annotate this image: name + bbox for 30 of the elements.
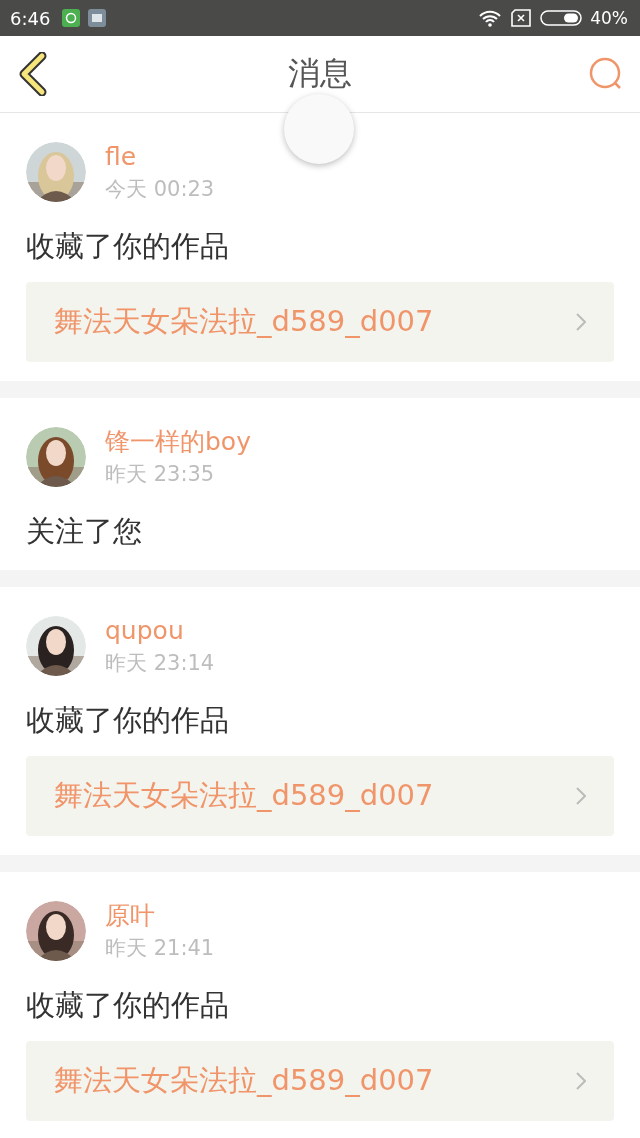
work-link-card[interactable]: 舞法天女朵法拉_d589_d007 (26, 1041, 614, 1121)
chevron-icon (576, 787, 586, 805)
page-title: 消息 (287, 53, 353, 94)
username-link[interactable]: 锋一样的boy (105, 425, 251, 459)
work-link-card[interactable]: 舞法天女朵法拉_d589_d007 (26, 282, 614, 362)
wifi-icon (478, 9, 503, 27)
back-button[interactable] (18, 52, 48, 96)
chevron-icon (576, 313, 586, 331)
message-text: 收藏了你的作品 (26, 702, 230, 739)
message-time: 昨天 23:14 (105, 650, 215, 677)
app-notification-icon (88, 9, 107, 27)
no-sim-icon (510, 9, 533, 27)
work-title: 舞法天女朵法拉_d589_d007 (54, 303, 434, 340)
message-time: 昨天 23:35 (105, 461, 216, 488)
username-link[interactable]: qupou (105, 614, 215, 648)
battery-percent: 40% (590, 8, 628, 28)
work-link-card[interactable]: 舞法天女朵法拉_d589_d007 (26, 756, 614, 836)
status-time: 6:46 (10, 7, 51, 29)
username-link[interactable]: 原叶 (105, 899, 215, 933)
message-time: 昨天 21:41 (105, 935, 215, 962)
message-text: 关注了您 (26, 513, 143, 550)
work-title: 舞法天女朵法拉_d589_d007 (54, 777, 434, 814)
username-link[interactable]: fle (105, 140, 215, 174)
work-title: 舞法天女朵法拉_d589_d007 (54, 1062, 434, 1099)
message-time: 今天 00:23 (105, 176, 215, 203)
battery-icon (540, 9, 583, 27)
message-text: 收藏了你的作品 (26, 987, 230, 1024)
app-notification-icon (62, 9, 81, 27)
chevron-icon (576, 1072, 586, 1090)
message-text: 收藏了你的作品 (26, 228, 230, 265)
